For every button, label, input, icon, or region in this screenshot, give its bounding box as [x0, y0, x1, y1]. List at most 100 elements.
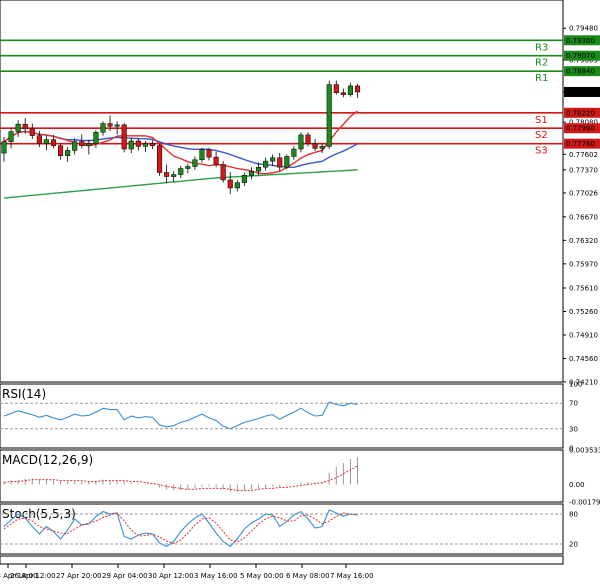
level-price-label: 0.79300 — [566, 37, 595, 45]
candle-body — [255, 166, 262, 172]
stoch-tick-label: 80 — [569, 511, 578, 519]
macd-tick-label: 0.003533 — [569, 447, 600, 455]
rsi-tick-label: 70 — [569, 400, 578, 408]
macd-panel: 0.003533 0.00 -0.001794 MACD(12,26,9) — [0, 447, 600, 507]
candle-body — [22, 123, 28, 130]
price-tick-label: 0.75260 — [569, 308, 598, 316]
candle-body — [100, 123, 106, 133]
candle-body — [43, 139, 49, 144]
candle-body — [65, 150, 71, 157]
candle-body — [305, 134, 311, 144]
time-tick-label: 7 May 16:00 — [330, 572, 374, 580]
time-tick-label: 6 May 08:00 — [286, 572, 330, 580]
price-tick-label: 0.76320 — [569, 237, 598, 245]
candle-body — [29, 128, 35, 136]
price-tick-label: 0.77602 — [569, 151, 598, 159]
time-tick-label: 3 May 16:00 — [194, 572, 238, 580]
time-tick-label: 5 May 00:00 — [240, 572, 284, 580]
candle-body — [291, 148, 297, 157]
candle-body — [326, 84, 332, 147]
candle-body — [241, 174, 247, 183]
price-tick-label: 0.79480 — [569, 25, 598, 33]
candle-body — [248, 170, 254, 176]
stoch-frame — [0, 503, 564, 555]
time-tick-label: 29 Apr 04:00 — [102, 572, 148, 580]
rsi-tick-label: 30 — [569, 425, 578, 433]
candle-body — [263, 160, 269, 168]
time-tick-label: 30 Apr 12:00 — [148, 572, 194, 580]
candle-body — [270, 157, 276, 162]
rsi-tick-label: 100 — [569, 381, 582, 389]
level-price-label: 0.77990 — [566, 125, 595, 133]
candle-body — [171, 174, 177, 177]
macd-tick-label: 0.00 — [569, 481, 585, 489]
price-tick-label: 0.77370 — [569, 166, 598, 174]
level-label-r2: R2 — [535, 58, 548, 69]
candle-body — [340, 92, 346, 95]
level-label-s1: S1 — [535, 115, 548, 126]
candle-body — [220, 164, 226, 181]
level-label-r3: R3 — [535, 42, 548, 53]
price-tick-label: 0.74560 — [569, 355, 598, 363]
candle-body — [58, 145, 64, 157]
chart-window: 0.794800.790050.785300.780800.776020.773… — [0, 0, 600, 584]
trading-chart: 0.794800.790050.785300.780800.776020.773… — [0, 0, 600, 580]
price-tick-label: 0.75970 — [569, 260, 598, 268]
candle-body — [149, 143, 156, 146]
candle-body — [178, 168, 184, 175]
time-axis: 23 Apr 18:0026 Apr 12:0027 Apr 20:0029 A… — [0, 555, 564, 580]
candle-body — [319, 146, 325, 149]
empty-strip-frame — [0, 555, 564, 565]
candle-body — [15, 123, 21, 132]
candle-body — [72, 141, 78, 151]
macd-label: MACD(12,26,9) — [2, 453, 93, 467]
level-label-s3: S3 — [535, 146, 548, 157]
candle-body — [50, 139, 57, 146]
candle-body — [1, 141, 7, 154]
candle-body — [93, 132, 99, 144]
level-price-label: 0.78530 — [566, 88, 595, 96]
candle-body — [312, 143, 318, 149]
candle-body — [227, 179, 233, 189]
candle-body — [142, 143, 148, 147]
level-price-label: 0.77760 — [566, 140, 595, 148]
level-label-s2: S2 — [535, 130, 548, 141]
candle-body — [333, 84, 339, 93]
candle-body — [164, 172, 170, 177]
candle-body — [298, 134, 304, 150]
candle-body — [213, 156, 219, 165]
stoch-panel: 8020Stoch(5,5,3) — [0, 503, 578, 555]
stoch-tick-label: 20 — [569, 541, 578, 549]
price-panel: 0.794800.790050.785300.780800.776020.773… — [0, 0, 600, 387]
candle-body — [185, 166, 191, 169]
candle-body — [121, 124, 127, 150]
candle-body — [156, 145, 163, 173]
level-label-r1: R1 — [535, 73, 548, 84]
candle-body — [135, 140, 141, 147]
price-tick-label: 0.74910 — [569, 332, 598, 340]
candle-body — [199, 149, 205, 161]
candle-body — [206, 149, 212, 158]
candle-body — [192, 159, 198, 167]
rsi-label: RSI(14) — [2, 387, 46, 401]
candle-body — [347, 85, 353, 95]
price-tick-label: 0.76670 — [569, 213, 598, 221]
candle-body — [277, 157, 283, 168]
candle-body — [114, 124, 120, 127]
price-tick-label: 0.75610 — [569, 285, 598, 293]
candle-body — [128, 140, 134, 150]
candle-body — [354, 85, 361, 93]
level-price-label: 0.78840 — [566, 68, 595, 76]
time-tick-label: 26 Apr 12:00 — [10, 572, 56, 580]
candle-body — [36, 135, 42, 144]
candle-body — [107, 123, 113, 127]
level-price-label: 0.79070 — [566, 52, 595, 60]
level-price-label: 0.78220 — [566, 109, 595, 117]
candle-body — [86, 143, 92, 146]
price-tick-label: 0.77026 — [569, 189, 598, 197]
rsi-panel: 10070300RSI(14) — [0, 381, 582, 453]
candle-body — [8, 131, 14, 142]
macd-tick-label: -0.001794 — [569, 499, 600, 507]
candle-body — [284, 156, 290, 168]
candle-body — [234, 182, 240, 189]
